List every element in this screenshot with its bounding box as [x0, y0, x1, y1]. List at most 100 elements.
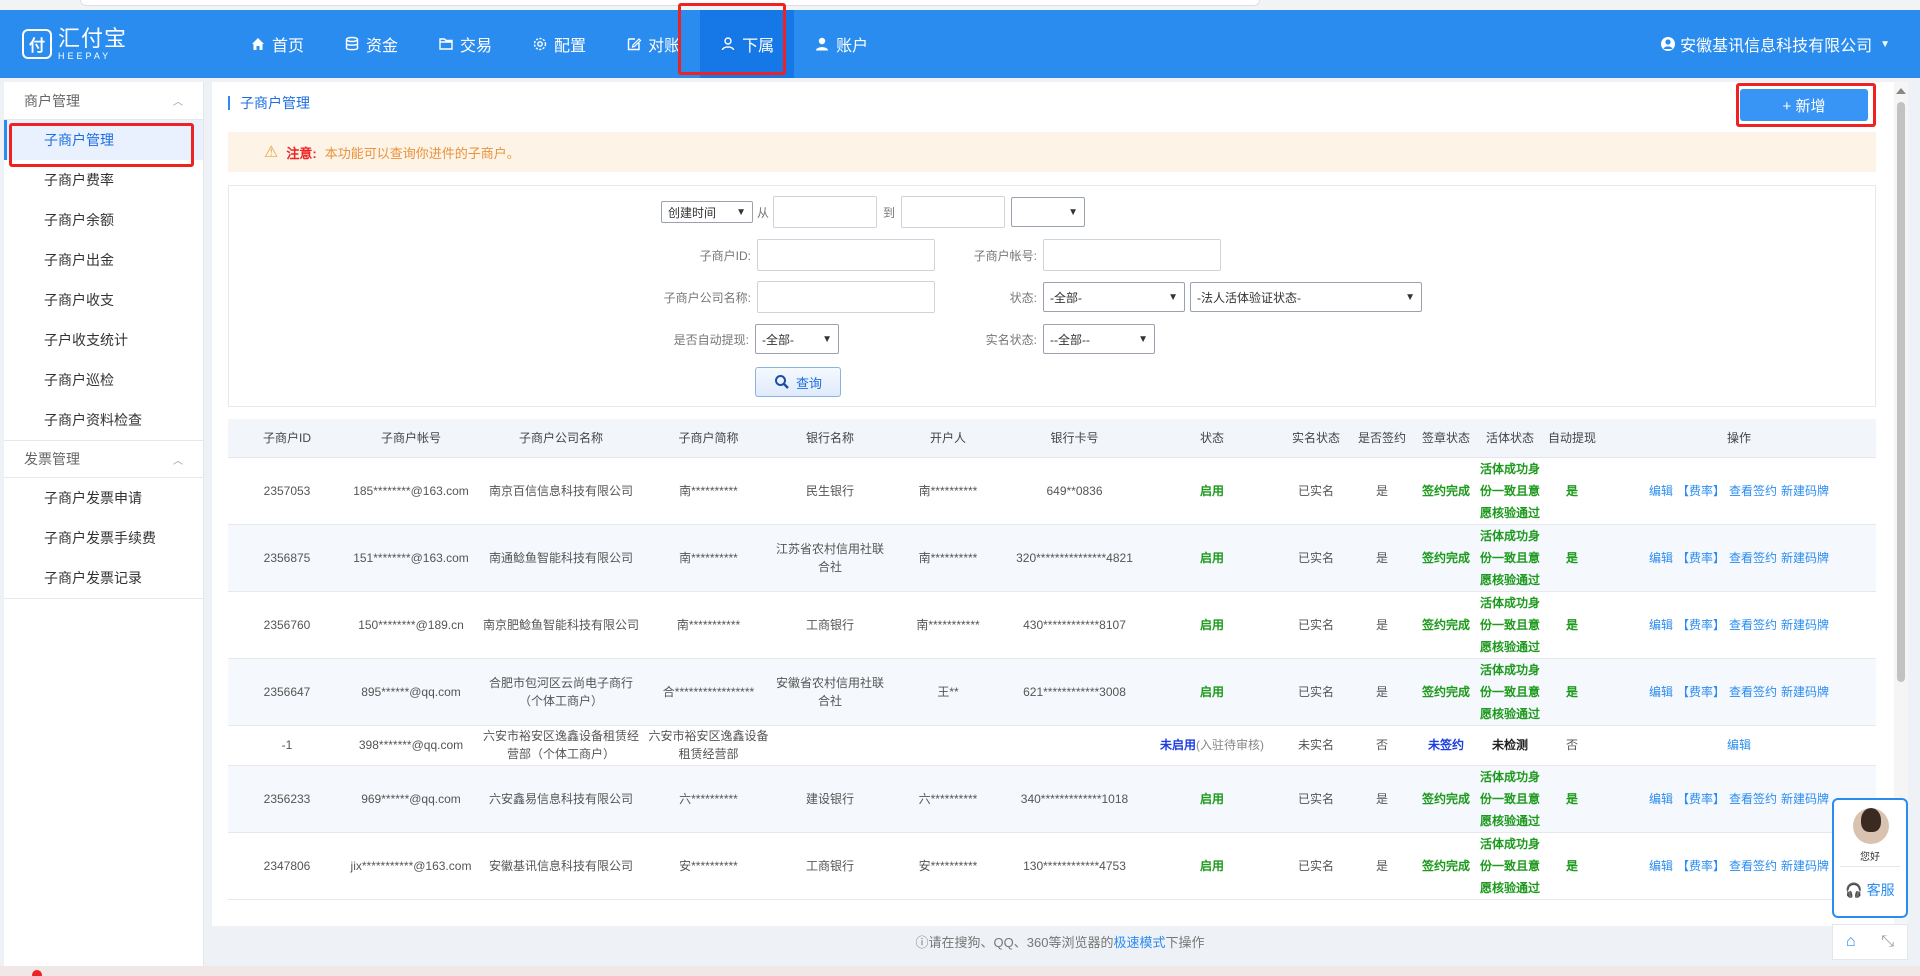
cell-liveness: 活体成功身份一致且意愿核验通过: [1478, 524, 1542, 592]
op-link[interactable]: 新建码牌: [1781, 618, 1829, 632]
date-type-select[interactable]: 创建时间 ▼: [661, 201, 753, 223]
nav-reconcile[interactable]: 对账: [606, 10, 700, 78]
sidebar: 商户管理 ︿ 子商户管理 子商户费率 子商户余额 子商户出金 子商户收支 子户收…: [4, 82, 204, 976]
filter-panel: 创建时间 ▼ 从 到 ▼ 子商户ID: 子商户帐号: 子商户公司名称: 状态: -…: [228, 185, 1876, 407]
filter-row-query: 查询: [755, 367, 841, 397]
sidebar-item-stats[interactable]: 子户收支统计: [4, 320, 203, 360]
op-link[interactable]: 新建码牌: [1781, 859, 1829, 873]
cell-bank: 安徽省农村信用社联合社: [771, 658, 889, 726]
cell-signed: 是: [1350, 591, 1414, 659]
op-link[interactable]: 查看签约: [1729, 618, 1777, 632]
cell-company: 南京肥鲶鱼智能科技有限公司: [476, 591, 646, 659]
op-link[interactable]: 查看签约: [1729, 859, 1777, 873]
nav-subordinate[interactable]: 下属: [700, 10, 795, 78]
chevron-down-icon: ▼: [1880, 38, 1890, 50]
headset-icon: 🎧: [1845, 882, 1863, 898]
op-link[interactable]: 【费率】: [1677, 792, 1725, 806]
company-menu[interactable]: 安徽基讯信息科技有限公司 ▼: [1660, 10, 1890, 78]
add-button[interactable]: + 新增: [1740, 89, 1868, 121]
cell-account: 398*******@qq.com: [346, 725, 476, 766]
cell-id: 2356647: [228, 658, 346, 726]
query-button[interactable]: 查询: [755, 367, 841, 397]
cell-seal: 未签约: [1414, 725, 1478, 766]
nav-config[interactable]: 配置: [512, 10, 606, 78]
op-link[interactable]: 编辑: [1649, 551, 1673, 565]
date-from-input[interactable]: [773, 196, 878, 228]
sub-account-input[interactable]: [1043, 239, 1221, 271]
op-link[interactable]: 编辑: [1649, 792, 1673, 806]
cell-realname: 已实名: [1282, 832, 1350, 900]
table-body: 2357053 185********@163.com 南京百信信息科技有限公司 南*…: [228, 457, 1876, 900]
sidebar-item-docs-check[interactable]: 子商户资料检查: [4, 400, 203, 440]
sidebar-item-invoice-fee[interactable]: 子商户发票手续费: [4, 518, 203, 558]
auto-withdraw-select[interactable]: -全部- ▼: [755, 324, 839, 354]
status-select[interactable]: -全部- ▼: [1043, 282, 1185, 312]
sidebar-group-merchant[interactable]: 商户管理 ︿: [4, 82, 203, 120]
liveness-select[interactable]: -法人活体验证状态- ▼: [1190, 282, 1422, 312]
op-link[interactable]: 新建码牌: [1781, 792, 1829, 806]
cell-bank: [771, 725, 889, 766]
op-link[interactable]: 新建码牌: [1781, 685, 1829, 699]
sidebar-item-inspect[interactable]: 子商户巡检: [4, 360, 203, 400]
scroll-up-arrow-icon[interactable]: [1896, 88, 1906, 94]
cell-account: jix***********@163.com: [346, 832, 476, 900]
date-to-input[interactable]: [901, 196, 1006, 228]
nav-trade[interactable]: 交易: [418, 10, 512, 78]
op-link[interactable]: 新建码牌: [1781, 484, 1829, 498]
cell-signed: 是: [1350, 765, 1414, 833]
filter-row-auto: 是否自动提现: -全部- ▼ 实名状态: --全部-- ▼: [609, 324, 1155, 354]
column-header: 银行名称: [771, 419, 889, 458]
column-header: 操作: [1602, 419, 1876, 458]
sidebar-item-income[interactable]: 子商户收支: [4, 280, 203, 320]
sidebar-item-sub-merchant[interactable]: 子商户管理: [4, 120, 203, 160]
bottom-strip: [0, 966, 1920, 976]
op-link[interactable]: 【费率】: [1677, 685, 1725, 699]
sidebar-group-invoice[interactable]: 发票管理 ︿: [4, 440, 203, 478]
filter-row-company: 子商户公司名称: 状态: -全部- ▼ -法人活体验证状态- ▼: [609, 281, 1422, 313]
op-link[interactable]: 编辑: [1649, 484, 1673, 498]
op-link[interactable]: 编辑: [1649, 859, 1673, 873]
op-link[interactable]: 查看签约: [1729, 551, 1777, 565]
chevron-up-icon: ︿: [173, 455, 183, 467]
cell-auto: 否: [1542, 725, 1602, 766]
op-link[interactable]: 编辑: [1727, 738, 1751, 752]
date-range-select[interactable]: ▼: [1011, 197, 1086, 227]
sidebar-item-withdraw[interactable]: 子商户出金: [4, 240, 203, 280]
cell-auto: 是: [1542, 457, 1602, 525]
address-bar[interactable]: [80, 0, 1260, 6]
table-row: 2357053 185********@163.com 南京百信信息科技有限公司 南*…: [228, 457, 1876, 525]
nav-home-label: 首页: [272, 38, 305, 55]
op-link[interactable]: 【费率】: [1677, 618, 1725, 632]
nav-funds[interactable]: 资金: [324, 10, 418, 78]
op-link[interactable]: 查看签约: [1729, 792, 1777, 806]
sub-id-input[interactable]: [757, 239, 935, 271]
scroll-thumb[interactable]: [1897, 102, 1905, 682]
op-link[interactable]: 【费率】: [1677, 551, 1725, 565]
database-icon: [345, 36, 359, 51]
op-link[interactable]: 查看签约: [1729, 685, 1777, 699]
sidebar-item-balance[interactable]: 子商户余额: [4, 200, 203, 240]
op-link[interactable]: 新建码牌: [1781, 551, 1829, 565]
column-header: 开户人: [889, 419, 1007, 458]
home-outline-icon[interactable]: ⌂: [1846, 933, 1856, 951]
record-dot-icon: [32, 970, 42, 976]
op-link[interactable]: 编辑: [1649, 618, 1673, 632]
op-link[interactable]: 【费率】: [1677, 484, 1725, 498]
cs-button[interactable]: 🎧 客服: [1834, 880, 1906, 900]
realname-select[interactable]: --全部-- ▼: [1043, 324, 1155, 354]
sidebar-item-invoice-apply[interactable]: 子商户发票申请: [4, 478, 203, 518]
company-name-input[interactable]: [757, 281, 935, 313]
table-row: 2356647 895******@qq.com 合肥市包河区云尚电子商行（个体工商…: [228, 658, 1876, 726]
op-link[interactable]: 查看签约: [1729, 484, 1777, 498]
speed-mode-link[interactable]: 极速模式: [1113, 935, 1165, 950]
op-link[interactable]: 【费率】: [1677, 859, 1725, 873]
nav-home[interactable]: 首页: [230, 10, 324, 78]
op-link[interactable]: 编辑: [1649, 685, 1673, 699]
nav-account[interactable]: 账户: [794, 10, 888, 78]
sidebar-item-invoice-record[interactable]: 子商户发票记录: [4, 558, 203, 598]
main-nav: 首页 资金 交易 配置 对账 下属 账户: [230, 10, 888, 78]
customer-service-widget[interactable]: 您好 🎧 客服: [1832, 798, 1908, 918]
sidebar-item-rate[interactable]: 子商户费率: [4, 160, 203, 200]
collapse-icon[interactable]: ⤡: [1881, 933, 1894, 951]
logo[interactable]: 付 汇付宝 HEEPAY: [22, 24, 127, 64]
